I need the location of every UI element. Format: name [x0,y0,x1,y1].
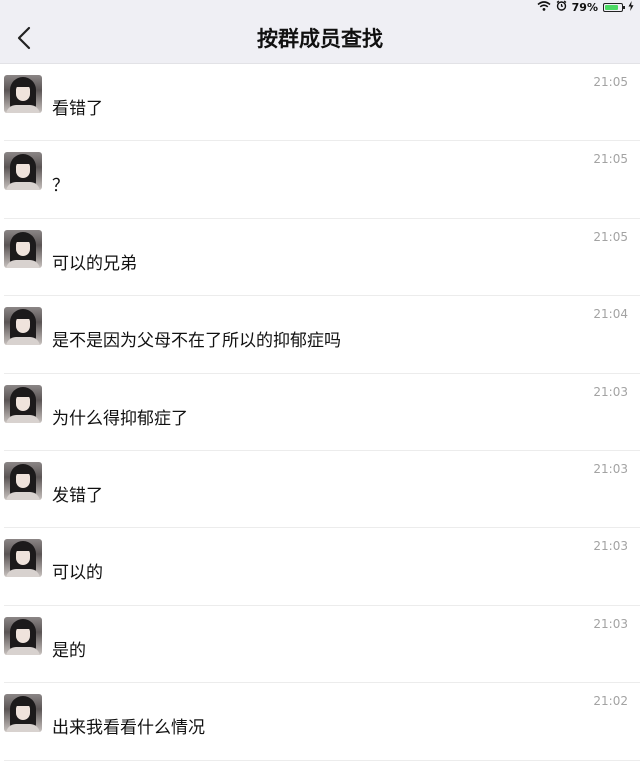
alarm-icon [556,0,567,14]
message-text: 是的 [52,640,86,661]
message-row[interactable]: 是的 21:03 [0,606,640,684]
battery-percent: 79% [571,0,598,14]
avatar[interactable] [4,75,42,113]
nav-bar: 按群成员查找 [0,14,640,64]
message-text: 出来我看看什么情况 [52,718,205,739]
avatar[interactable] [4,539,42,578]
avatar[interactable] [4,616,42,655]
message-time: 21:04 [593,307,628,322]
status-bar: 79% [0,0,640,14]
message-text: ？ [52,176,69,197]
message-time: 21:03 [593,384,628,399]
avatar[interactable] [4,694,42,733]
message-list[interactable]: 看错了 21:05 ？ 21:05 可以的兄弟 21:05 是不是因为父母不在了所以的抑郁症… [0,64,640,761]
message-time: 21:02 [593,694,628,709]
message-row[interactable]: 是不是因为父母不在了所以的抑郁症吗 21:04 [0,296,640,374]
message-text: 发错了 [52,485,103,506]
charging-icon [628,0,634,14]
battery-level [605,4,618,10]
message-text: 可以的兄弟 [52,253,137,274]
message-row[interactable]: 为什么得抑郁症了 21:03 [0,374,640,452]
message-time: 21:03 [593,461,628,476]
message-time: 21:05 [593,152,628,167]
message-row[interactable]: 发错了 21:03 [0,451,640,529]
message-time: 21:05 [593,229,628,244]
message-text: 是不是因为父母不在了所以的抑郁症吗 [52,331,341,352]
avatar[interactable] [4,152,42,191]
message-row[interactable]: 可以的兄弟 21:05 [0,219,640,297]
status-indicators: 79% [537,0,634,14]
message-time: 21:05 [593,75,628,89]
message-text: 为什么得抑郁症了 [52,408,188,429]
avatar[interactable] [4,229,42,268]
battery-icon [603,2,625,12]
message-row[interactable]: ？ 21:05 [0,141,640,220]
avatar[interactable] [4,384,42,423]
message-row[interactable]: 可以的 21:03 [0,528,640,607]
message-row[interactable]: 出来我看看什么情况 21:02 [0,683,640,761]
avatar[interactable] [4,307,42,346]
page-title: 按群成员查找 [257,27,383,51]
message-text: 看错了 [52,99,103,119]
message-time: 21:03 [593,616,628,631]
message-text: 可以的 [52,563,103,584]
message-row[interactable]: 看错了 21:05 [0,64,640,142]
message-time: 21:03 [593,539,628,554]
avatar[interactable] [4,461,42,500]
wifi-icon [537,0,551,14]
